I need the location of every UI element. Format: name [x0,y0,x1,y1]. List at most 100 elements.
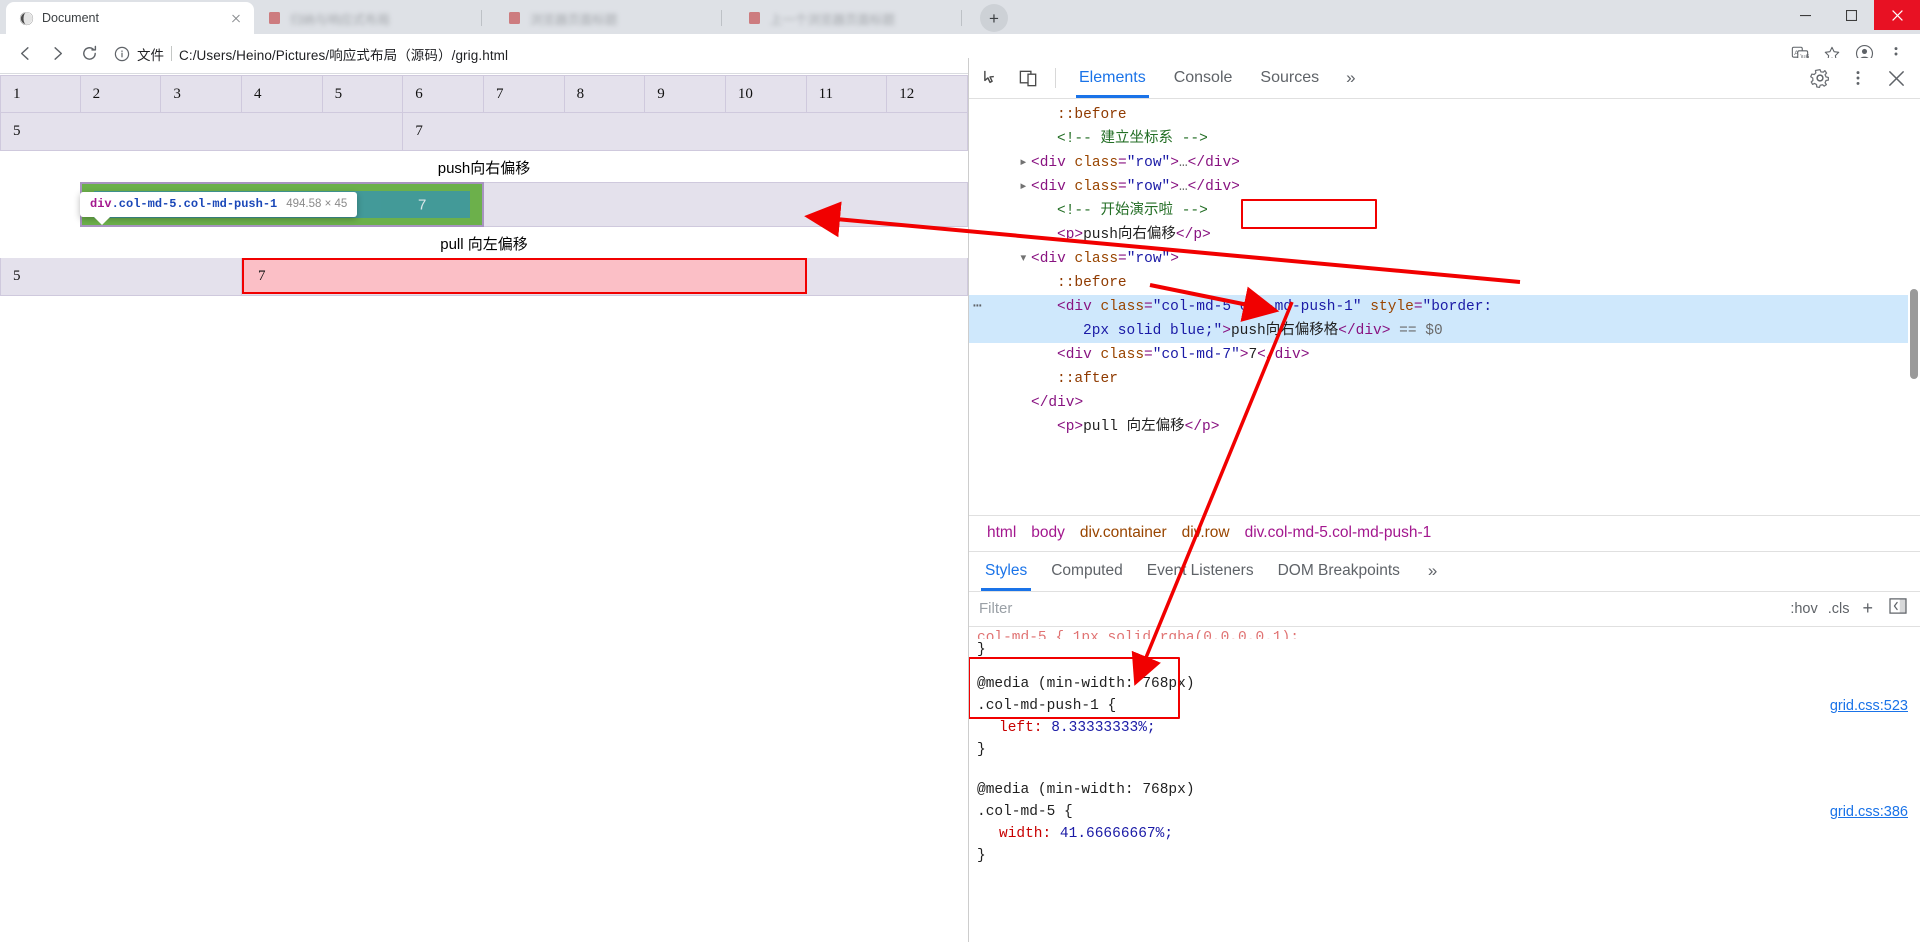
grid-cell: 7 [483,75,565,113]
dom-node-row-1[interactable]: ▸ <div class="row">…</div> [969,151,1920,175]
dom-node-p-push[interactable]: <p>push向右偏移</p> [969,223,1920,247]
dom-node-selected-col-md-5[interactable]: ⋯ <div class="col-md-5 col-md-push-1" st… [969,295,1920,343]
tab-elements[interactable]: Elements [1066,58,1159,98]
breadcrumb-html[interactable]: html [981,522,1022,544]
new-tab-button[interactable]: + [980,4,1008,32]
styles-rules-pane[interactable]: col-md-5 { 1px solid rgba(0,0,0,0.1); } … [969,627,1920,942]
dom-selected-inner-text: push向右偏移格 [1230,323,1339,339]
dom-node-comment-coord[interactable]: <!-- 建立坐标系 --> [969,127,1920,151]
minimize-button[interactable] [1782,0,1828,30]
tab-title: Document [42,11,99,25]
styles-filter-bar: Filter :hov .cls + [969,590,1920,627]
dom-node-pseudo-before-2[interactable]: ::before [969,271,1920,295]
inspect-tooltip-selector: div.col-md-5.col-md-push-1 [90,197,277,211]
devtools-menu-icon[interactable] [1840,62,1876,94]
browser-tab-4[interactable]: 上一个浏览器页面标题 [734,2,974,34]
tab-console[interactable]: Console [1161,58,1246,98]
grid-cell: 3 [161,75,242,113]
close-button[interactable] [1874,0,1920,30]
dom-node-p-pull[interactable]: <p>pull 向左偏移</p> [969,415,1920,439]
devtools-toolbar: Elements Console Sources » [969,58,1920,99]
rule-selector-col-md-5[interactable]: .col-md-5 { grid.css:386 [977,801,1920,823]
rule-media-1: @media (min-width: 768px) [977,675,1195,692]
page-icon [506,10,522,26]
cls-toggle[interactable]: .cls [1828,601,1850,617]
rule-source-link-1[interactable]: grid.css:523 [1830,695,1908,717]
close-icon[interactable] [228,10,244,26]
info-circle-icon[interactable] [114,46,130,62]
browser-tab-2[interactable]: 归纳与响应式布局 [254,2,494,34]
styles-more-tabs-icon[interactable]: » [1418,561,1447,581]
devtools-panel: Elements Console Sources »::before <!--… [968,58,1920,942]
bootstrap-container: 1 2 3 4 5 6 7 8 9 10 11 12 5 7 push向右偏移 [0,75,968,296]
layout-panel-icon[interactable] [1886,598,1910,619]
dom-node-pseudo-after[interactable]: ::after [969,367,1920,391]
dom-p-pull-text: pull 向左偏移 [1083,419,1185,435]
chevron-right-icon[interactable]: ▸ [1019,151,1029,175]
grid-cell: 12 [887,75,968,113]
tab-divider [721,10,722,26]
dom-selected-class-push: col-md-push-1 [1239,299,1353,315]
browser-window: Document 归纳与响应式布局 浏览器页面标题 上一个浏览器页面标题 + 文… [0,0,1920,942]
dom-node-col-md-7[interactable]: <div class="col-md-7">7</div> [969,343,1920,367]
grid-cell: 2 [80,75,162,113]
dom-tree[interactable]: ::before <!-- 建立坐标系 --> ▸ <div class="ro… [969,99,1920,515]
dom-node-row-close[interactable]: </div> [969,391,1920,415]
breadcrumb-row[interactable]: div.row [1176,522,1236,544]
grid-ruler-row: 1 2 3 4 5 6 7 8 9 10 11 12 [0,75,968,113]
dom-node-row-2[interactable]: ▸ <div class="row">…</div> [969,175,1920,199]
address-scheme-label: 文件 [137,47,164,63]
tab-sources[interactable]: Sources [1247,58,1332,98]
dom-selected-dollar0: == $0 [1399,323,1443,339]
rule-brace-0: } [977,641,986,658]
maximize-button[interactable] [1828,0,1874,30]
new-style-rule-button[interactable]: + [1859,598,1876,619]
redbox-pull-row: 7 [242,258,807,294]
close-devtools-icon[interactable] [1878,62,1914,94]
reload-button[interactable] [74,39,104,69]
tab-strip: Document 归纳与响应式布局 浏览器页面标题 上一个浏览器页面标题 + [0,0,1920,34]
browser-tab-active[interactable]: Document [6,2,254,34]
tab-styles[interactable]: Styles [973,552,1039,591]
page-icon [266,10,282,26]
dom-p-push-text: push向右偏移 [1083,227,1176,243]
rule-selector-push-1[interactable]: .col-md-push-1 { grid.css:523 [977,695,1920,717]
inspect-tooltip-dimensions: 494.58 × 45 [286,198,348,210]
grid-cell: 8 [564,75,646,113]
devtools-scroll-thumb[interactable] [1910,289,1918,379]
grid-row-5-7: 5 7 [0,113,968,151]
tab-computed[interactable]: Computed [1039,552,1135,591]
rule-declaration-width[interactable]: width: 41.66666667%; [977,823,1920,845]
devtools-toolbar-right [1802,62,1914,94]
devtools-scrollbar[interactable] [1908,99,1920,499]
breadcrumb-selected[interactable]: div.col-md-5.col-md-push-1 [1239,522,1438,544]
grid-cell: 6 [403,75,484,113]
tab-dom-breakpoints[interactable]: DOM Breakpoints [1266,552,1412,591]
styles-filter-input[interactable]: Filter [979,600,1780,617]
rule-source-link-2[interactable]: grid.css:386 [1830,801,1908,823]
inspect-tooltip: div.col-md-5.col-md-push-1 494.58 × 45 [80,192,358,225]
grid-cell: 10 [725,75,807,113]
dom-node-pseudo-before[interactable]: ::before [969,103,1920,127]
hov-toggle[interactable]: :hov [1790,601,1817,617]
device-toolbar-icon[interactable] [1011,63,1045,93]
dom-node-row-open[interactable]: ▾ <div class="row"> [969,247,1920,271]
more-tabs-icon[interactable]: » [1334,68,1367,88]
browser-tab-3[interactable]: 浏览器页面标题 [494,2,734,34]
settings-gear-icon[interactable] [1802,62,1838,94]
forward-button[interactable] [42,39,72,69]
rule-declaration-left[interactable]: left: 8.33333333%; [977,717,1920,739]
breadcrumb-container[interactable]: div.container [1074,522,1173,544]
styles-tabs: Styles Computed Event Listeners DOM Brea… [969,550,1920,591]
breadcrumb-body[interactable]: body [1025,522,1071,544]
node-more-icon[interactable]: ⋯ [973,295,983,319]
back-button[interactable] [10,39,40,69]
chevron-right-icon[interactable]: ▸ [1019,175,1029,199]
dom-node-comment-demo[interactable]: <!-- 开始演示啦 --> [969,199,1920,223]
grid-cell: 9 [645,75,726,113]
chevron-down-icon[interactable]: ▾ [1019,247,1029,271]
page-icon [746,10,762,26]
tab-event-listeners[interactable]: Event Listeners [1135,552,1266,591]
inspect-element-icon[interactable] [975,63,1009,93]
grid-cell: 5 [322,75,404,113]
